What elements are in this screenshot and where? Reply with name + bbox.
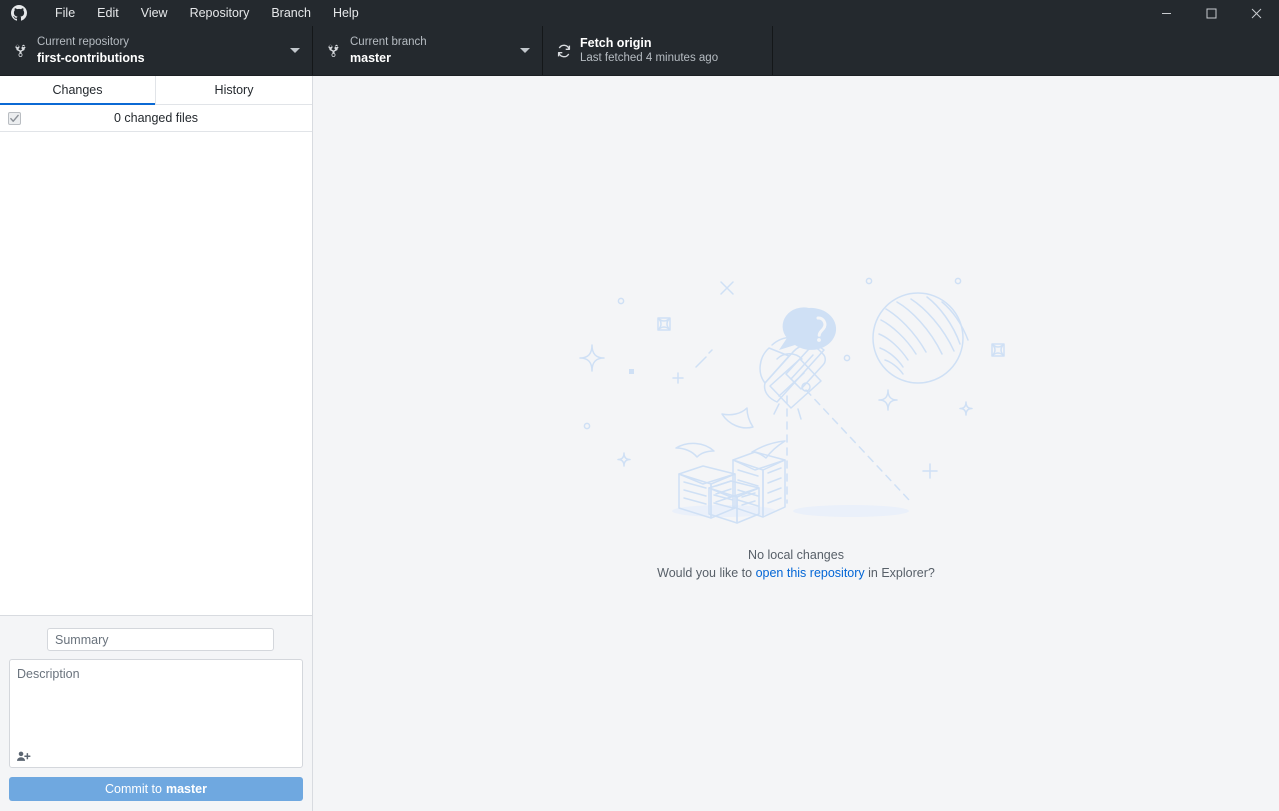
current-branch-text: Current branch master: [347, 35, 518, 66]
current-repository-label: Current repository: [37, 35, 288, 50]
tab-history[interactable]: History: [156, 76, 312, 104]
chevron-down-icon: [518, 48, 532, 53]
menu-bar: File Edit View Repository Branch Help: [44, 0, 370, 26]
summary-row: [9, 628, 303, 651]
changed-files-list[interactable]: [0, 132, 312, 615]
branch-icon: [321, 43, 347, 59]
no-changes-message: No local changes Would you like to open …: [313, 546, 1279, 582]
menu-branch[interactable]: Branch: [260, 0, 322, 26]
changed-files-header: 0 changed files: [0, 105, 312, 132]
current-branch-value: master: [350, 50, 518, 66]
main-panel: No local changes Would you like to open …: [313, 76, 1279, 811]
fetch-origin-text: Fetch origin Last fetched 4 minutes ago: [577, 35, 762, 66]
sidebar: Changes History 0 changed files: [0, 76, 313, 811]
menu-file[interactable]: File: [44, 0, 86, 26]
fetch-origin-subtitle: Last fetched 4 minutes ago: [580, 51, 762, 66]
sync-icon: [551, 43, 577, 59]
fetch-origin-button[interactable]: Fetch origin Last fetched 4 minutes ago: [543, 26, 773, 75]
window-controls: [1144, 0, 1279, 26]
commit-button-branch: master: [166, 782, 207, 796]
description-row: [9, 659, 303, 768]
tab-changes-label: Changes: [52, 83, 102, 97]
open-repository-prompt: Would you like to open this repository i…: [313, 564, 1279, 582]
app-toolbar: Current repository first-contributions C…: [0, 26, 1279, 76]
select-all-checkbox[interactable]: [8, 112, 21, 125]
menu-view[interactable]: View: [130, 0, 179, 26]
title-bar: File Edit View Repository Branch Help: [0, 0, 1279, 26]
tab-changes[interactable]: Changes: [0, 76, 156, 104]
sidebar-tabs: Changes History: [0, 76, 312, 105]
app-body: Changes History 0 changed files: [0, 76, 1279, 811]
commit-to-branch-button[interactable]: Commit to master: [9, 777, 303, 801]
current-repository-button[interactable]: Current repository first-contributions: [0, 26, 313, 75]
github-mark-icon: [6, 0, 32, 26]
menu-help[interactable]: Help: [322, 0, 370, 26]
fetch-origin-title: Fetch origin: [580, 35, 762, 51]
current-repository-value: first-contributions: [37, 50, 288, 66]
github-desktop-window: File Edit View Repository Branch Help: [0, 0, 1279, 811]
minimize-icon[interactable]: [1144, 0, 1189, 26]
current-branch-button[interactable]: Current branch master: [313, 26, 543, 75]
menu-repository[interactable]: Repository: [179, 0, 261, 26]
open-repository-suffix: in Explorer?: [865, 566, 935, 580]
open-this-repository-link[interactable]: open this repository: [756, 566, 865, 580]
commit-button-prefix: Commit to: [105, 782, 162, 796]
commit-form: Commit to master: [0, 615, 312, 811]
repo-branch-icon: [8, 43, 34, 59]
maximize-icon[interactable]: [1189, 0, 1234, 26]
changed-files-count: 0 changed files: [27, 111, 304, 125]
commit-summary-input[interactable]: [47, 628, 274, 651]
current-branch-label: Current branch: [350, 35, 518, 50]
telescope-no-changes-illustration: [566, 268, 1026, 528]
menu-edit[interactable]: Edit: [86, 0, 130, 26]
checkmark-icon: [10, 114, 19, 123]
chevron-down-icon: [288, 48, 302, 53]
close-icon[interactable]: [1234, 0, 1279, 26]
tab-history-label: History: [215, 83, 254, 97]
open-repository-prefix: Would you like to: [657, 566, 755, 580]
toolbar-spacer: [773, 26, 1279, 75]
no-changes-title: No local changes: [313, 546, 1279, 564]
person-add-icon[interactable]: [14, 748, 34, 764]
current-repository-text: Current repository first-contributions: [34, 35, 288, 66]
commit-description-input[interactable]: [9, 659, 303, 768]
